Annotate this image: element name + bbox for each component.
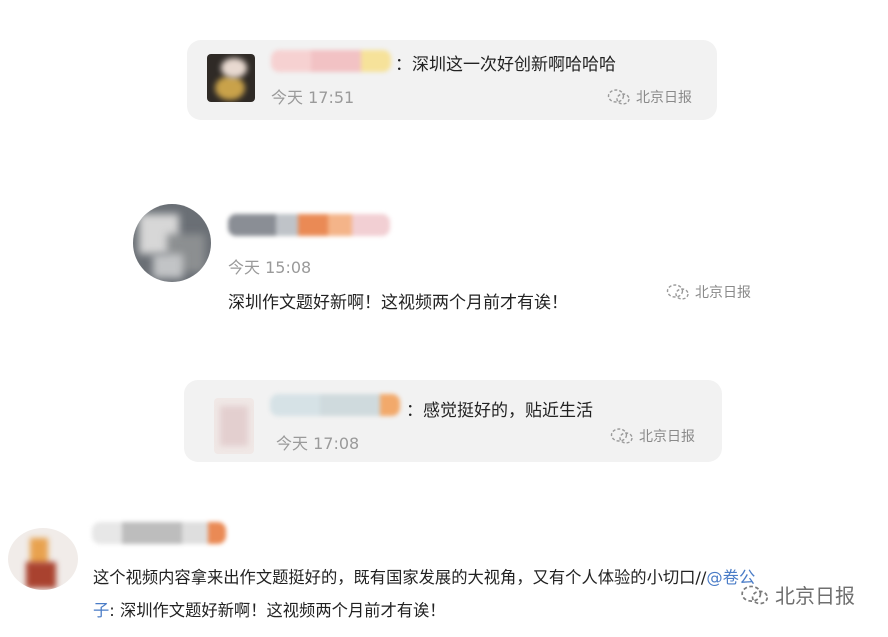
comment-text-line2: 子: 深圳作文题好新啊！这视频两个月前才有诶！ [93, 597, 446, 621]
mention-link-continued[interactable]: 子 [93, 601, 109, 620]
watermark-large: 北京日报 [740, 580, 855, 609]
username-blurred[interactable] [271, 50, 391, 72]
comment-text: ：深圳这一次好创新啊哈哈哈 [395, 55, 616, 75]
comment-card-1: ：深圳这一次好创新啊哈哈哈 今天 17:51 北京日报 [187, 40, 717, 120]
comment-text: ：感觉挺好的，贴近生活 [406, 401, 593, 421]
avatar[interactable] [8, 528, 78, 590]
watermark: 北京日报 [610, 426, 695, 446]
avatar[interactable] [214, 398, 254, 454]
wechat-icon [666, 284, 689, 300]
username-blurred[interactable] [270, 394, 400, 416]
quoted-text: : 深圳作文题好新啊！这视频两个月前才有诶！ [109, 601, 446, 620]
watermark: 北京日报 [666, 282, 751, 302]
username-blurred[interactable] [228, 214, 390, 236]
comment-time: 今天 17:08 [276, 434, 360, 453]
avatar[interactable] [207, 54, 255, 102]
comment-time: 今天 17:51 [271, 88, 355, 107]
comment-text: 深圳作文题好新啊！这视频两个月前才有诶！ [228, 293, 568, 313]
comment-text: 这个视频内容拿来出作文题挺好的，既有国家发展的大视角，又有个人体验的小切口// [93, 568, 707, 587]
watermark: 北京日报 [607, 87, 692, 107]
comment-time: 今天 15:08 [228, 258, 312, 277]
wechat-icon [610, 428, 633, 444]
username-blurred[interactable] [92, 522, 226, 544]
wechat-icon [741, 585, 769, 604]
comment-card-3: ：感觉挺好的，贴近生活 今天 17:08 北京日报 [184, 380, 722, 462]
comment-text-line1: 这个视频内容拿来出作文题挺好的，既有国家发展的大视角，又有个人体验的小切口//@… [93, 564, 755, 588]
wechat-icon [607, 89, 630, 105]
avatar[interactable] [133, 204, 211, 282]
